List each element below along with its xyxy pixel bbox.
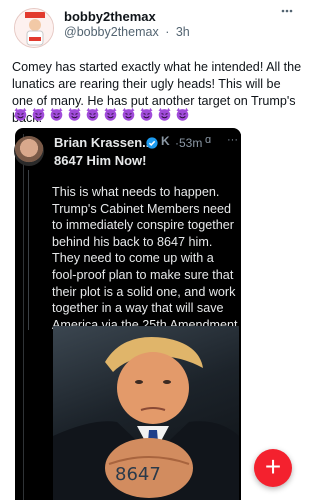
thread-line [28,170,29,330]
embedded-time: ·53m [175,136,203,150]
embedded-author-handle: 8647 Him Now! [54,153,147,168]
emoji-row [13,107,190,121]
author-name[interactable]: bobby2themax [64,9,156,24]
smiling-imp-emoji [176,107,189,121]
compose-button[interactable]: + [254,449,292,487]
smiling-imp-emoji [32,107,45,121]
author-meta: @bobby2themax · 3h [64,25,190,39]
embedded-author-name: Brian Krassen... [54,135,153,150]
smiling-imp-emoji [104,107,117,121]
verified-badge-icon [146,137,158,149]
smiling-imp-emoji [68,107,81,121]
smiling-imp-emoji [50,107,63,121]
smiling-imp-emoji [86,107,99,121]
embedded-photo: 8647 [53,326,239,500]
meta-separator: · [165,25,170,39]
smiling-imp-emoji [158,107,171,121]
k-icon: K [161,134,170,148]
embedded-post-text: This is what needs to happen. Trump's Ca… [52,185,238,332]
knuckle-tattoo: 8647 [115,464,161,485]
grok-icon: ɑ [205,134,212,146]
more-options-icon[interactable] [281,4,293,23]
smiling-imp-emoji [140,107,153,121]
compose-plus-icon: + [264,451,282,482]
smiling-imp-emoji [14,107,27,121]
embedded-more-icon: ··· [227,134,238,146]
post-time[interactable]: 3h [176,25,190,39]
post: bobby2themax @bobby2themax · 3h Comey ha… [0,0,307,500]
user-avatar[interactable] [14,8,54,48]
smiling-imp-emoji [122,107,135,121]
author-handle[interactable]: @bobby2themax [64,25,159,39]
embedded-author-avatar [14,136,44,166]
